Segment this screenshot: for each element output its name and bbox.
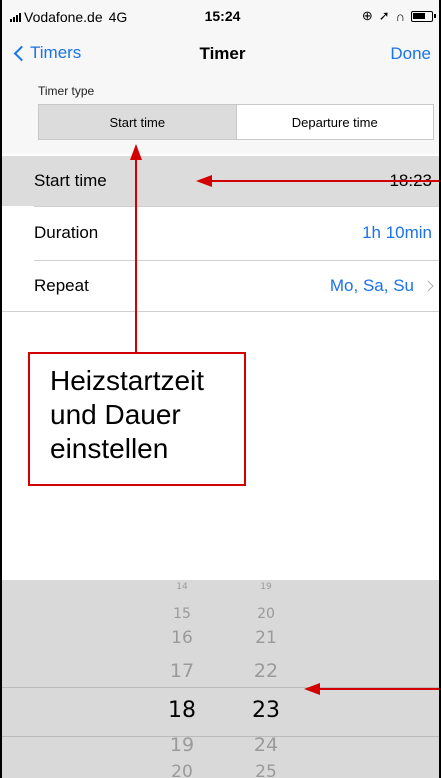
annotation-callout: Heizstartzeit und Dauer einstellen (28, 352, 246, 486)
picker-item-selected-minute: 23 (252, 698, 280, 723)
headphones-icon: ∩ (395, 8, 405, 24)
phone-screen: Vodafone.de 4G 15:24 ⊕ ➚ ∩ Timers Timer … (0, 0, 441, 778)
picker-item: 19 (169, 734, 195, 756)
start-time-value: 18:23 (389, 171, 432, 190)
picker-item: 21 (255, 628, 277, 648)
done-button[interactable]: Done (390, 44, 431, 64)
picker-selection-band (2, 687, 439, 737)
navigation-bar: Timers Timer Done (2, 32, 439, 78)
timer-type-section: Timer type Start time Departure time (2, 78, 439, 154)
picker-item: 20 (171, 762, 193, 778)
segment-departure-time[interactable]: Departure time (235, 105, 433, 139)
picker-item: 15 (173, 606, 191, 622)
start-time-row[interactable]: Start time 18:23 (2, 156, 439, 206)
annotation-line-3: einstellen (50, 433, 169, 464)
page-title: Timer (199, 44, 246, 63)
row-divider (34, 206, 439, 207)
picker-item: 16 (171, 628, 193, 648)
repeat-row[interactable]: Repeat Mo, Sa, Su (2, 261, 439, 311)
picker-item: 19 (260, 582, 272, 592)
start-time-label: Start time (34, 171, 107, 190)
segment-start-time[interactable]: Start time (39, 105, 236, 139)
lock-rotation-icon: ⊕ (361, 8, 373, 23)
picker-item: 20 (257, 606, 275, 622)
repeat-label: Repeat (34, 276, 89, 295)
section-divider (2, 311, 439, 312)
duration-value: 1h 10min (362, 223, 432, 242)
time-picker[interactable]: 14 15 16 17 18 19 20 19 20 21 22 23 24 2… (2, 580, 439, 778)
repeat-value-group: Mo, Sa, Su (329, 276, 434, 296)
picker-item: 17 (169, 660, 195, 682)
status-bar: Vodafone.de 4G 15:24 ⊕ ➚ ∩ (2, 0, 439, 32)
picker-item: 22 (253, 660, 279, 682)
repeat-value: Mo, Sa, Su (329, 276, 414, 295)
picker-item: 24 (253, 734, 279, 756)
location-icon: ➚ (378, 8, 390, 23)
status-right: ⊕ ➚ ∩ (361, 8, 436, 24)
battery-icon (411, 10, 436, 22)
timer-type-label: Timer type (38, 84, 95, 98)
picker-item: 14 (176, 582, 188, 592)
duration-label: Duration (34, 223, 99, 242)
picker-item-selected-hour: 18 (168, 698, 196, 723)
timer-type-segmented-control: Start time Departure time (38, 104, 434, 140)
chevron-right-icon (422, 280, 434, 292)
picker-item: 25 (255, 762, 277, 778)
annotation-line-1: Heizstartzeit (50, 365, 205, 396)
annotation-line-2: und Dauer (50, 399, 181, 430)
duration-row[interactable]: Duration 1h 10min (2, 208, 439, 258)
